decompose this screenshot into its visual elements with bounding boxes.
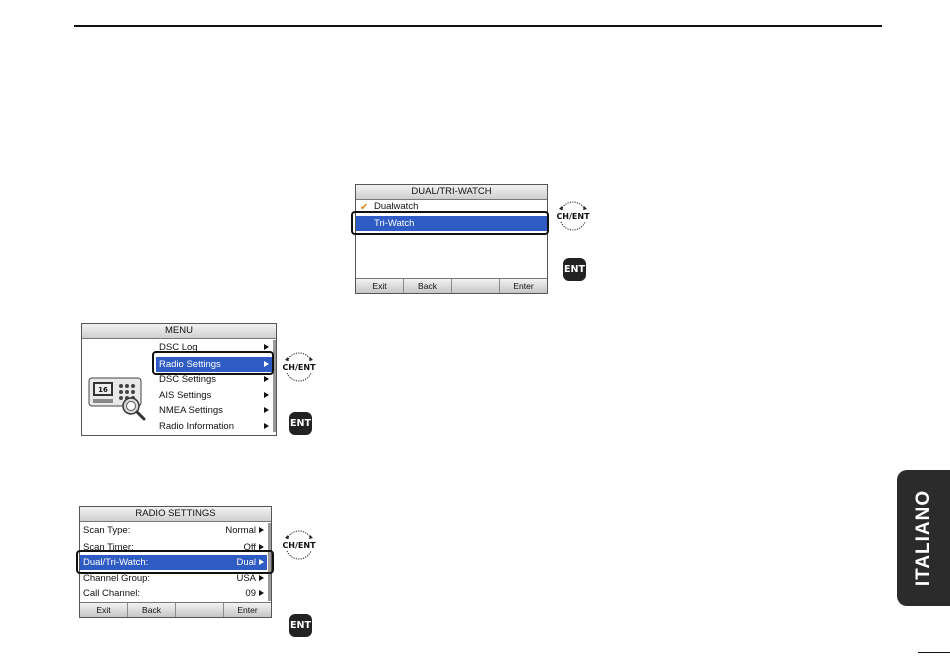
selection-highlight-frame: [152, 351, 274, 375]
menu-item-label: AIS Settings: [159, 390, 212, 401]
dial-label: CH/ENT: [556, 212, 590, 221]
ent-key-icon: ENT: [289, 412, 312, 435]
ch-ent-dial-icon: CH/ENT: [282, 352, 316, 382]
chevron-right-icon: [259, 527, 264, 533]
device-channel: 16: [98, 386, 108, 394]
dial-label: CH/ENT: [282, 541, 316, 550]
selection-highlight-frame: [351, 211, 549, 235]
ent-key-icon: ENT: [289, 614, 312, 637]
screen-title: MENU: [82, 324, 276, 339]
setting-row-call-channel[interactable]: Call Channel: 09: [80, 586, 267, 601]
chevron-right-icon: [264, 392, 269, 398]
softkey-exit[interactable]: Exit: [356, 279, 404, 293]
chevron-right-icon: [264, 407, 269, 413]
softkey-enter[interactable]: Enter: [224, 603, 271, 617]
menu-item-ais-settings[interactable]: AIS Settings: [156, 388, 272, 403]
screen-title: DUAL/TRI-WATCH: [356, 185, 547, 200]
setting-label: Scan Type:: [83, 525, 131, 536]
menu-item-label: NMEA Settings: [159, 405, 223, 416]
softkey-back[interactable]: Back: [404, 279, 452, 293]
softkey-blank[interactable]: [176, 603, 224, 617]
chevron-right-icon: [259, 575, 264, 581]
setting-label: Call Channel:: [83, 588, 141, 599]
softkey-bar: Exit Back Enter: [80, 602, 271, 617]
chevron-right-icon: [264, 376, 269, 382]
ch-ent-dial-icon: CH/ENT: [282, 530, 316, 560]
chevron-right-icon: [259, 590, 264, 596]
menu-item-radio-information[interactable]: Radio Information: [156, 419, 272, 434]
setting-value: Normal: [225, 525, 256, 536]
dual-tri-watch-screen: DUAL/TRI-WATCH ✔ Dualwatch Tri-Watch Exi…: [355, 184, 548, 294]
radio-device-icon: 16: [88, 377, 146, 421]
chevron-right-icon: [264, 344, 269, 350]
softkey-back[interactable]: Back: [128, 603, 176, 617]
softkey-blank[interactable]: [452, 279, 500, 293]
screen-title: RADIO SETTINGS: [80, 507, 271, 522]
language-tab: ITALIANO: [897, 470, 950, 606]
menu-item-nmea-settings[interactable]: NMEA Settings: [156, 403, 272, 418]
language-tab-label: ITALIANO: [912, 489, 934, 587]
selection-highlight-frame: [76, 550, 274, 574]
chevron-right-icon: [264, 423, 269, 429]
menu-item-label: Radio Information: [159, 421, 234, 432]
header-rule: [74, 25, 882, 27]
ch-ent-dial-icon: CH/ENT: [556, 201, 590, 231]
menu-screen: MENU 16 DSC Log Radio Settings DSC Setti…: [81, 323, 277, 436]
softkey-bar: Exit Back Enter: [356, 278, 547, 293]
softkey-enter[interactable]: Enter: [500, 279, 547, 293]
setting-value: 09: [245, 588, 256, 599]
dial-label: CH/ENT: [282, 363, 316, 372]
setting-row-scan-type[interactable]: Scan Type: Normal: [80, 523, 267, 538]
ent-key-icon: ENT: [563, 258, 586, 281]
footer-rule: [918, 652, 950, 653]
softkey-exit[interactable]: Exit: [80, 603, 128, 617]
